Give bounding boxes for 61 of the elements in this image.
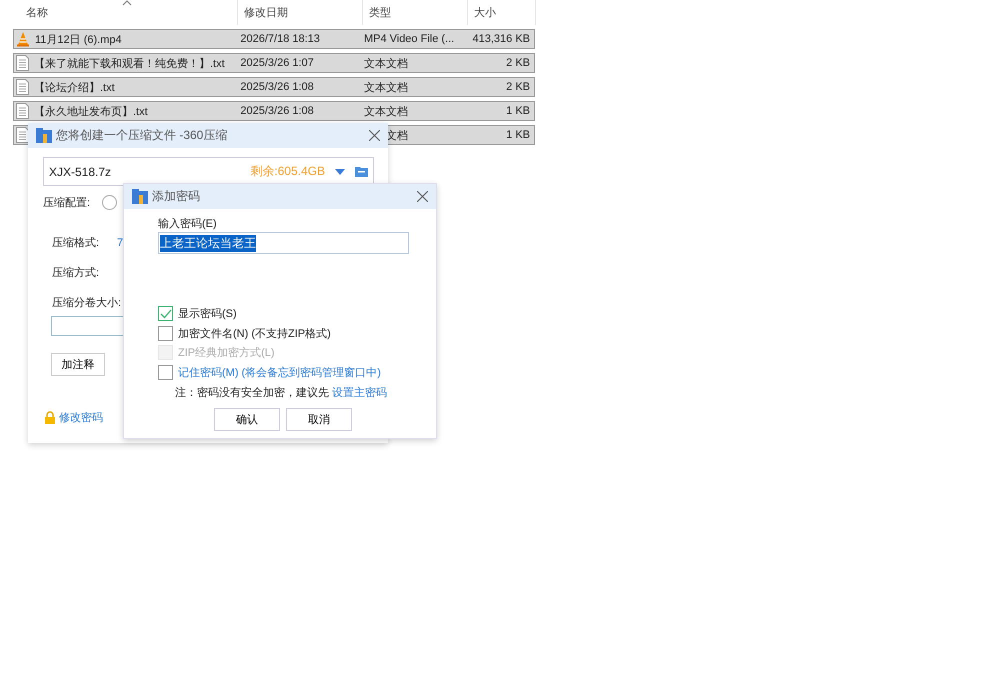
column-header[interactable]: 修改日期 [244,5,288,20]
checkbox-label: 加密文件名(N) (不支持ZIP格式) [178,326,331,341]
file-type: 文本文档 [364,58,408,70]
file-row[interactable]: 【来了就能下载和观看！纯免费！】.txt 2025/3/26 1:07 文本文档 2 KB [13,53,535,73]
document-icon [16,79,29,95]
file-size: 2 KB [506,57,530,69]
column-header[interactable]: 类型 [369,5,391,20]
checkbox[interactable] [158,364,173,380]
archive-icon [132,189,148,204]
lock-icon [44,411,56,424]
close-icon[interactable] [369,130,380,141]
file-size: 2 KB [506,81,530,93]
file-type: 文本文档 [364,106,408,118]
file-name: 【论坛介绍】.txt [34,80,115,94]
document-icon [16,55,29,71]
file-name: 【永久地址发布页】.txt [34,104,148,118]
close-icon[interactable] [417,191,428,202]
checkbox-label: 显示密码(S) [178,306,237,322]
file-date: 2025/3/26 1:08 [240,81,314,93]
field-label: 压缩配置: [43,196,90,210]
dropdown-caret-icon[interactable] [335,168,345,174]
file-name: 11月12日 (6).mp4 [35,32,122,46]
file-size: 1 KB [506,129,530,141]
document-icon [16,103,29,119]
password-field[interactable]: 上老王论坛当老王 [158,232,409,254]
field-label: 输入密码(E) [158,216,218,231]
column-header[interactable]: 名称 [26,5,48,20]
checkbox[interactable] [158,306,173,322]
window-title: 您将创建一个压缩文件 -360压缩 [56,127,228,144]
file-size: 413,316 KB [472,33,530,45]
field-label: 压缩方式: [52,266,100,280]
checkbox[interactable] [158,326,173,341]
file-type: 文本文档 [364,82,408,94]
column-header[interactable]: 大小 [474,5,496,20]
file-date: 2025/3/26 1:08 [240,105,314,117]
archive-icon [36,128,52,143]
checkbox-label: ZIP经典加密方式(L) [178,346,275,360]
change-password-link[interactable]: 修改密码 [59,410,103,425]
file-row[interactable]: 【论坛介绍】.txt 2025/3/26 1:08 文本文档 2 KB [13,77,535,97]
file-size: 1 KB [506,105,530,117]
file-date: 2026/7/18 18:13 [240,33,320,45]
file-row[interactable]: 11月12日 (6).mp4 2026/7/18 18:13 MP4 Video File (... 413,316 KB [13,29,535,49]
file-type: MP4 Video File (... [364,33,454,45]
checkbox-label: 记住密码(M) (将会备忘到密码管理窗口中) [178,366,381,380]
filename-text: XJX-518.7z [49,164,112,178]
file-name: 【来了就能下载和观看！纯免费！】.txt [34,56,225,70]
format-value[interactable]: 7 [117,236,124,248]
file-row[interactable]: 【永久地址发布页】.txt 2025/3/26 1:08 文本文档 1 KB [13,101,535,121]
free-space: 剩余:605.4GB [250,163,325,180]
window-title: 添加密码 [152,188,201,205]
file-date: 2025/3/26 1:07 [240,57,314,69]
dialog-button[interactable]: 取消 [286,408,352,431]
set-master-password-link[interactable]: 设置主密码 [332,387,388,399]
radio-button[interactable] [102,195,118,210]
note-text: 注：密码没有安全加密，建议先 [175,387,329,399]
field-label: 压缩分卷大小: [52,296,122,310]
folder-icon[interactable] [355,166,368,177]
dialog-button[interactable]: 确认 [214,408,280,431]
traffic-cone-icon [16,31,30,47]
field-label: 压缩格式: [52,236,100,250]
add-comment-button[interactable]: 加注释 [51,353,105,376]
